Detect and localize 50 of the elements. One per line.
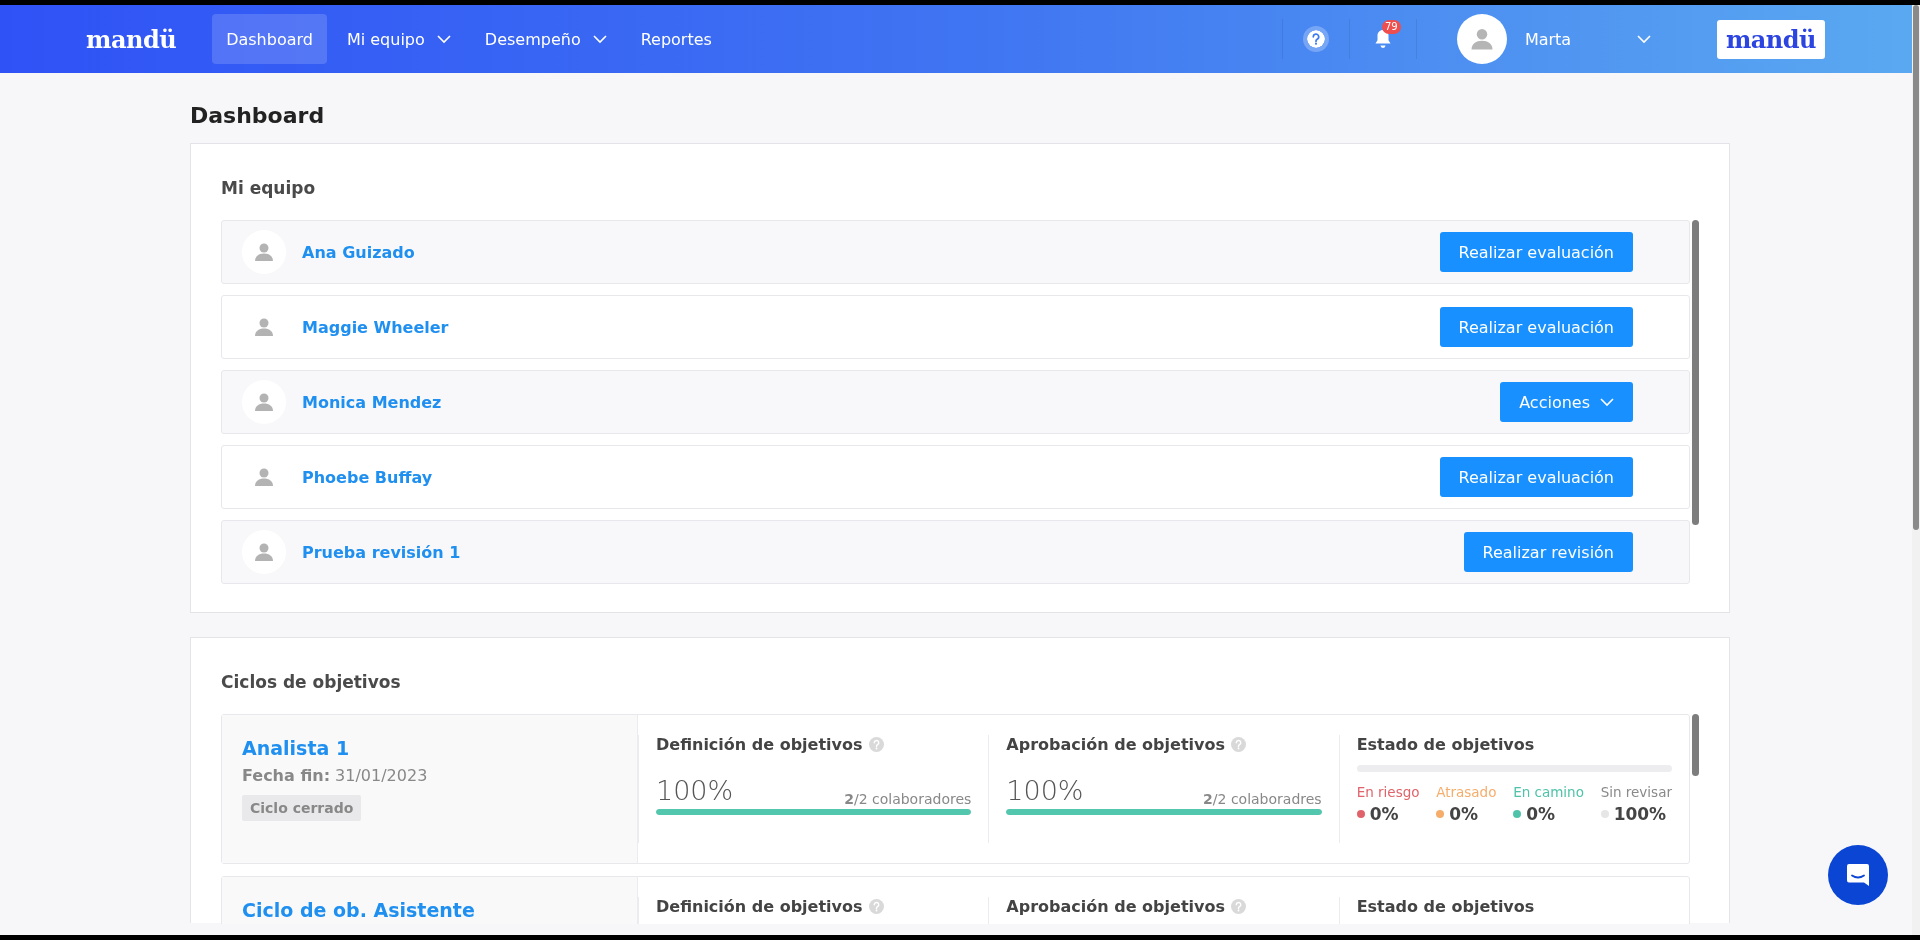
scrollbar-thumb[interactable] (1913, 5, 1919, 530)
column-title: Definición de objetivos (656, 734, 863, 754)
column-title: Definición de objetivos (656, 896, 863, 916)
brand-logo: mandü (1716, 19, 1825, 59)
member-name-link[interactable]: Phoebe Buffay (302, 467, 433, 487)
action-button[interactable]: Realizar revisión (1463, 532, 1633, 572)
bell-icon[interactable] (1373, 29, 1392, 49)
member-name-link[interactable]: Ana Guizado (302, 242, 415, 262)
status-percent: 0% (1369, 804, 1399, 824)
column-title: Estado de objetivos (1356, 734, 1535, 754)
chat-button[interactable] (1828, 845, 1888, 905)
section-title: Ciclos de objetivos (221, 671, 402, 694)
column-title: Aprobación de objetivos (1006, 734, 1225, 754)
legend-label: Atrasado (1436, 784, 1497, 800)
nav-tab[interactable]: Dashboard (212, 14, 327, 64)
member-name-link[interactable]: Prueba revisión 1 (302, 542, 461, 562)
member-name-link[interactable]: Maggie Wheeler (302, 317, 449, 337)
chevron-down-icon (1600, 397, 1614, 407)
action-button[interactable]: Realizar evaluación (1439, 307, 1633, 347)
status-tag: Ciclo cerrado (242, 795, 362, 821)
legend-label: En camino (1513, 784, 1584, 800)
legend-label: Sin revisar (1600, 784, 1672, 800)
nav-tab[interactable]: Desempeño (470, 14, 621, 64)
actions-dropdown-button[interactable]: Acciones (1500, 382, 1633, 422)
scrollbar-thumb[interactable] (1692, 220, 1699, 525)
status-percent: 0% (1449, 804, 1479, 824)
collaborators-count: 2/2 colaboradres (1203, 791, 1322, 807)
status-percent: 0% (1526, 804, 1555, 824)
action-button[interactable]: Realizar evaluación (1439, 232, 1633, 272)
app-logo[interactable]: mandü (86, 24, 177, 54)
percent-value: 100% (656, 775, 734, 807)
end-date-text: Fecha fin: 31/01/2023 (242, 765, 428, 787)
action-button[interactable]: Realizar evaluación (1439, 457, 1633, 497)
chevron-down-icon (1636, 34, 1651, 44)
user-menu[interactable]: Marta (1456, 14, 1651, 64)
nav-tab[interactable]: Reportes (626, 14, 726, 64)
collaborators-count: 2/2 colaboradores (844, 791, 972, 807)
section-title: Mi equipo (221, 177, 317, 200)
column-title: Estado de objetivos (1356, 896, 1535, 916)
member-name-link[interactable]: Monica Mendez (302, 392, 442, 412)
percent-value: 100% (1006, 775, 1084, 807)
scrollbar-thumb[interactable] (1692, 714, 1699, 776)
page-title: Dashboard (190, 102, 326, 130)
status-percent: 100% (1613, 804, 1667, 824)
cycle-name-link[interactable]: Analista 1 (242, 735, 350, 761)
column-title: Aprobación de objetivos (1006, 896, 1225, 916)
notification-badge: 79 (1381, 20, 1401, 34)
legend-label: En riesgo (1356, 784, 1420, 800)
nav-tab[interactable]: Mi equipo (332, 14, 465, 64)
chat-icon (1845, 862, 1871, 888)
